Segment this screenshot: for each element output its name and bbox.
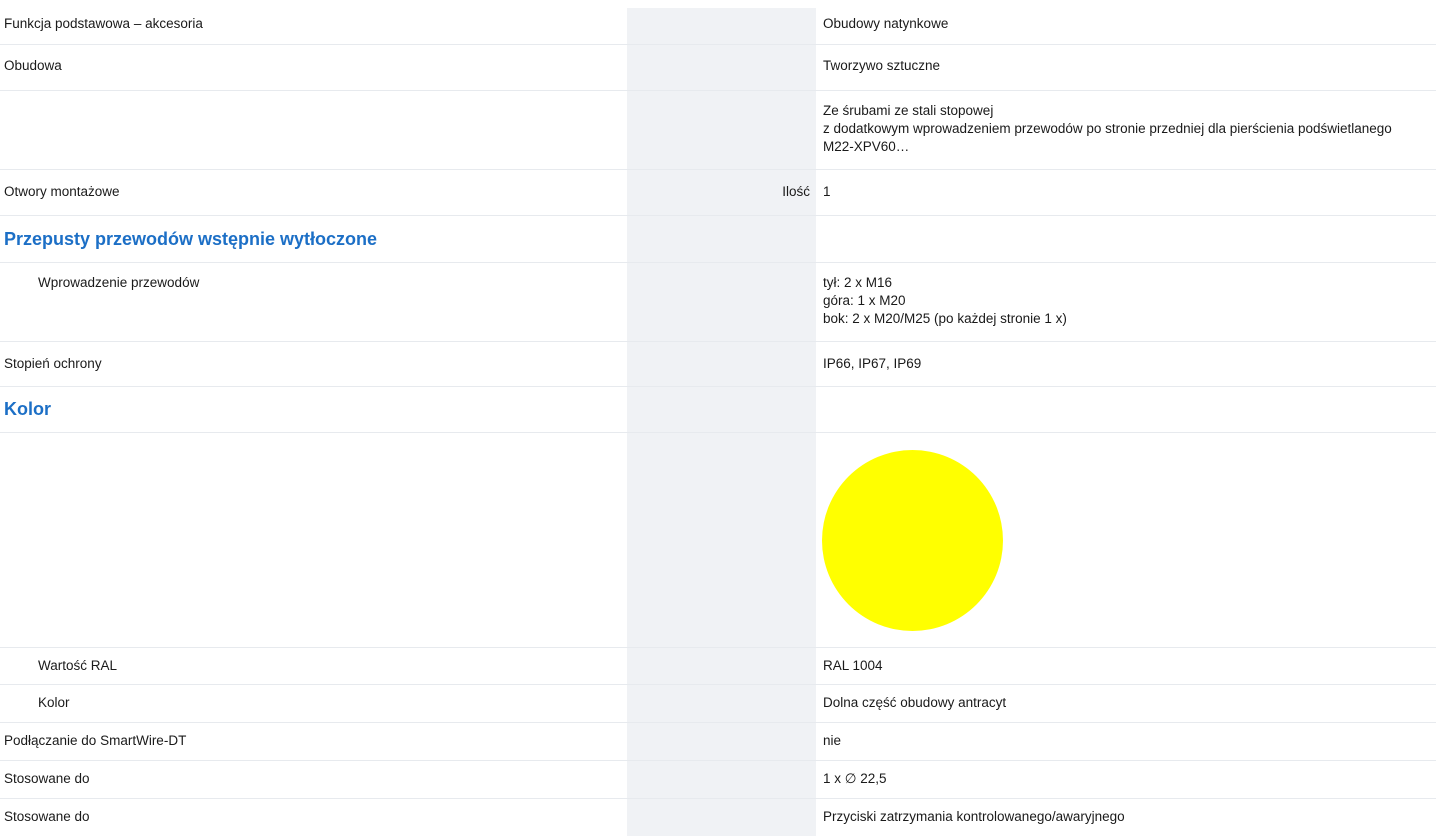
row-label: Wprowadzenie przewodów <box>38 275 200 290</box>
row-qualifier <box>627 761 816 798</box>
row-value: Dolna część obudowy antracyt <box>823 695 1007 710</box>
row-qualifier <box>627 723 816 760</box>
table-row: Ze śrubami ze stali stopowej z dodatkowy… <box>0 91 1436 170</box>
row-qualifier <box>627 387 816 432</box>
row-value: 1 <box>823 184 831 199</box>
row-label <box>0 433 627 647</box>
row-label: Funkcja podstawowa – akcesoria <box>4 16 203 31</box>
table-row: Stopień ochrony IP66, IP67, IP69 <box>0 342 1436 387</box>
color-swatch-cell <box>816 433 1436 647</box>
row-value: Ze śrubami ze stali stopowej z dodatkowy… <box>823 103 1392 154</box>
row-value <box>816 387 1436 432</box>
row-label: Obudowa <box>4 58 62 73</box>
spec-table: Funkcja podstawowa – akcesoria Obudowy n… <box>0 8 1436 836</box>
row-label: Stosowane do <box>4 771 90 786</box>
row-value <box>816 216 1436 262</box>
row-value: Tworzywo sztuczne <box>823 58 941 73</box>
table-row: Kolor Dolna część obudowy antracyt <box>0 685 1436 723</box>
table-row: Podłączanie do SmartWire-DT nie <box>0 723 1436 761</box>
row-qualifier <box>627 45 816 90</box>
color-swatch <box>822 450 1003 631</box>
row-qualifier <box>627 799 816 836</box>
table-row: Obudowa Tworzywo sztuczne <box>0 45 1436 91</box>
row-qualifier <box>627 433 816 647</box>
row-value: 1 x ∅ 22,5 <box>823 771 887 786</box>
row-qualifier: Ilość <box>627 170 816 215</box>
row-label: Otwory montażowe <box>4 184 120 199</box>
table-row: Otwory montażowe Ilość 1 <box>0 170 1436 216</box>
row-value: tył: 2 x M16 góra: 1 x M20 bok: 2 x M20/… <box>823 275 1067 326</box>
section-heading: Przepusty przewodów wstępnie wytłoczone <box>4 229 378 249</box>
row-qualifier <box>627 8 816 44</box>
section-row: Przepusty przewodów wstępnie wytłoczone <box>0 216 1436 263</box>
section-heading: Kolor <box>4 399 51 419</box>
row-value: IP66, IP67, IP69 <box>823 356 922 371</box>
row-qualifier <box>627 685 816 722</box>
row-label <box>0 91 627 169</box>
row-label: Podłączanie do SmartWire-DT <box>4 733 187 748</box>
row-label: Stosowane do <box>4 809 90 824</box>
row-qualifier <box>627 91 816 169</box>
row-qualifier <box>627 648 816 684</box>
row-qualifier <box>627 263 816 341</box>
row-value: Obudowy natynkowe <box>823 16 949 31</box>
table-row: Stosowane do Przyciski zatrzymania kontr… <box>0 799 1436 836</box>
row-label: Stopień ochrony <box>4 356 102 371</box>
row-label: Wartość RAL <box>38 658 118 673</box>
table-row: Stosowane do 1 x ∅ 22,5 <box>0 761 1436 799</box>
table-row: Wartość RAL RAL 1004 <box>0 648 1436 685</box>
row-value: nie <box>823 733 842 748</box>
row-qualifier <box>627 216 816 262</box>
table-row: Wprowadzenie przewodów tył: 2 x M16 góra… <box>0 263 1436 342</box>
row-value: Przyciski zatrzymania kontrolowanego/awa… <box>823 809 1125 824</box>
row-qualifier <box>627 342 816 386</box>
row-value: RAL 1004 <box>823 658 883 673</box>
table-row <box>0 433 1436 648</box>
table-row: Funkcja podstawowa – akcesoria Obudowy n… <box>0 8 1436 45</box>
section-row: Kolor <box>0 387 1436 433</box>
row-label: Kolor <box>38 695 70 710</box>
